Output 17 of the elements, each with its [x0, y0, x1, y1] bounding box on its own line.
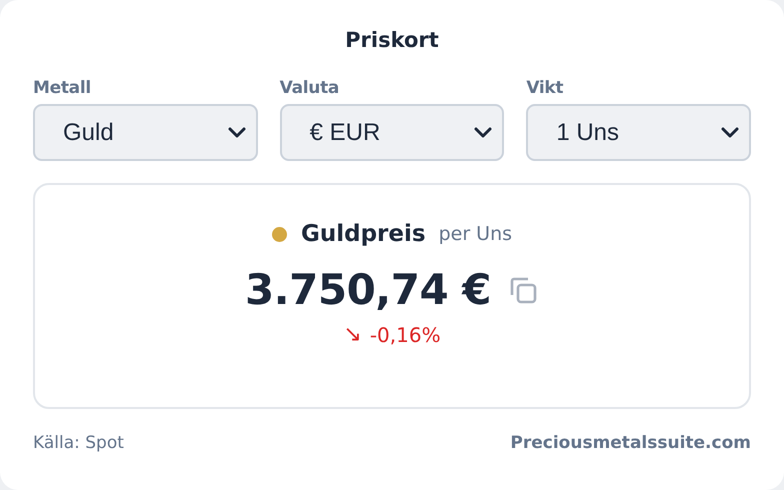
chevron-down-icon	[474, 126, 492, 138]
site-link[interactable]: Preciousmetalssuite.com	[510, 433, 751, 453]
change-value: -0,16%	[370, 322, 441, 346]
dropdown[interactable]: € EUR	[280, 104, 504, 161]
field-label: Metall	[33, 78, 91, 98]
field-label: Vikt	[526, 78, 564, 98]
price-value: 3.750,74 €	[244, 265, 492, 314]
chevron-down-icon	[721, 126, 739, 138]
source-label: Källa: Spot	[33, 433, 124, 453]
card-title: Priskort	[344, 28, 440, 54]
trend-arrow: ↘	[343, 322, 362, 347]
dropdown[interactable]: 1 Uns	[526, 104, 751, 161]
field-label: Valuta	[280, 78, 340, 98]
chevron-down-icon	[228, 126, 246, 138]
unit-label: per Uns	[438, 223, 512, 245]
dropdown[interactable]: Guld	[33, 104, 258, 161]
metal-name: Guldpreis	[300, 221, 426, 247]
